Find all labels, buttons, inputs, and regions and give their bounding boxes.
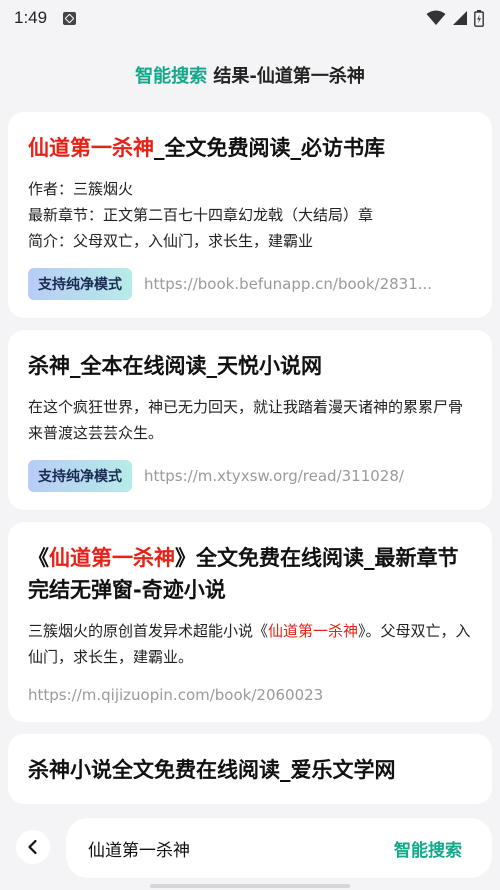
result-url[interactable]: https://book.befunapp.cn/book/2831... <box>144 275 472 293</box>
result-footer: 支持纯净模式 https://m.xtyxsw.org/read/311028/ <box>28 460 472 492</box>
status-icons <box>426 9 484 27</box>
result-title[interactable]: 杀神_全本在线阅读_天悦小说网 <box>28 350 472 382</box>
result-card[interactable]: 杀神小说全文免费在线阅读_爱乐文学网 <box>8 734 492 804</box>
desc-highlight: 仙道第一杀神 <box>268 622 359 640</box>
bottom-search-bar: 仙道第一杀神 智能搜索 <box>0 808 500 890</box>
result-title[interactable]: 杀神小说全文免费在线阅读_爱乐文学网 <box>28 754 472 786</box>
title-query: 结果-仙道第一杀神 <box>207 66 365 87</box>
wifi-icon <box>426 10 446 25</box>
title-accent: 智能搜索 <box>135 66 208 87</box>
result-card[interactable]: 杀神_全本在线阅读_天悦小说网 在这个疯狂世界，神已无力回天，就让我踏着漫天诸神… <box>8 330 492 510</box>
result-footer: 支持纯净模式 https://book.befunapp.cn/book/283… <box>28 268 472 300</box>
battery-icon <box>474 9 484 27</box>
result-url[interactable]: https://m.qijizuopin.com/book/2060023 <box>28 686 472 704</box>
search-box[interactable]: 仙道第一杀神 智能搜索 <box>66 818 492 878</box>
result-url[interactable]: https://m.xtyxsw.org/read/311028/ <box>144 467 472 485</box>
result-meta: 作者：三簇烟火 最新章节：正文第二百七十四章幻龙戟（大结局）章 简介：父母双亡，… <box>28 176 472 254</box>
title-suffix: _全文免费阅读_必访书库 <box>154 136 385 160</box>
page-title: 智能搜索 结果-仙道第一杀神 <box>0 62 500 88</box>
pure-mode-badge[interactable]: 支持纯净模式 <box>28 268 132 300</box>
result-title[interactable]: 《仙道第一杀神》全文免费在线阅读_最新章节完结无弹窗-奇迹小说 <box>28 542 472 606</box>
status-bar: 1:49 <box>0 0 500 36</box>
title-highlight: 仙道第一杀神 <box>28 136 154 160</box>
result-author: 作者：三簇烟火 <box>28 180 134 198</box>
desc-prefix: 三簇烟火的原创首发异术超能小说《 <box>28 622 269 640</box>
result-desc: 三簇烟火的原创首发异术超能小说《仙道第一杀神》。父母双亡，入仙门，求长生，建霸业… <box>28 618 472 670</box>
back-button[interactable] <box>16 830 50 864</box>
pure-mode-badge[interactable]: 支持纯净模式 <box>28 460 132 492</box>
title-prefix: 《 <box>28 546 49 570</box>
result-desc: 在这个疯狂世界，神已无力回天，就让我踏着漫天诸神的累累尸骨来普渡这芸芸众生。 <box>28 398 464 442</box>
result-latest-chapter: 最新章节：正文第二百七十四章幻龙戟（大结局）章 <box>28 206 374 224</box>
result-card[interactable]: 《仙道第一杀神》全文免费在线阅读_最新章节完结无弹窗-奇迹小说 三簇烟火的原创首… <box>8 522 492 722</box>
home-indicator[interactable] <box>150 884 350 888</box>
result-title[interactable]: 仙道第一杀神_全文免费阅读_必访书库 <box>28 132 472 164</box>
notification-app-icon <box>63 11 77 25</box>
results-list[interactable]: 仙道第一杀神_全文免费阅读_必访书库 作者：三簇烟火 最新章节：正文第二百七十四… <box>8 112 492 808</box>
status-time: 1:49 <box>14 8 48 27</box>
result-intro: 简介：父母双亡，入仙门，求长生，建霸业 <box>28 232 314 250</box>
chevron-left-icon <box>28 839 37 855</box>
result-card[interactable]: 仙道第一杀神_全文免费阅读_必访书库 作者：三簇烟火 最新章节：正文第二百七十四… <box>8 112 492 318</box>
title-highlight: 仙道第一杀神 <box>49 546 175 570</box>
smart-search-button[interactable]: 智能搜索 <box>394 836 462 861</box>
signal-icon <box>453 11 467 25</box>
search-input[interactable]: 仙道第一杀神 <box>88 836 394 861</box>
